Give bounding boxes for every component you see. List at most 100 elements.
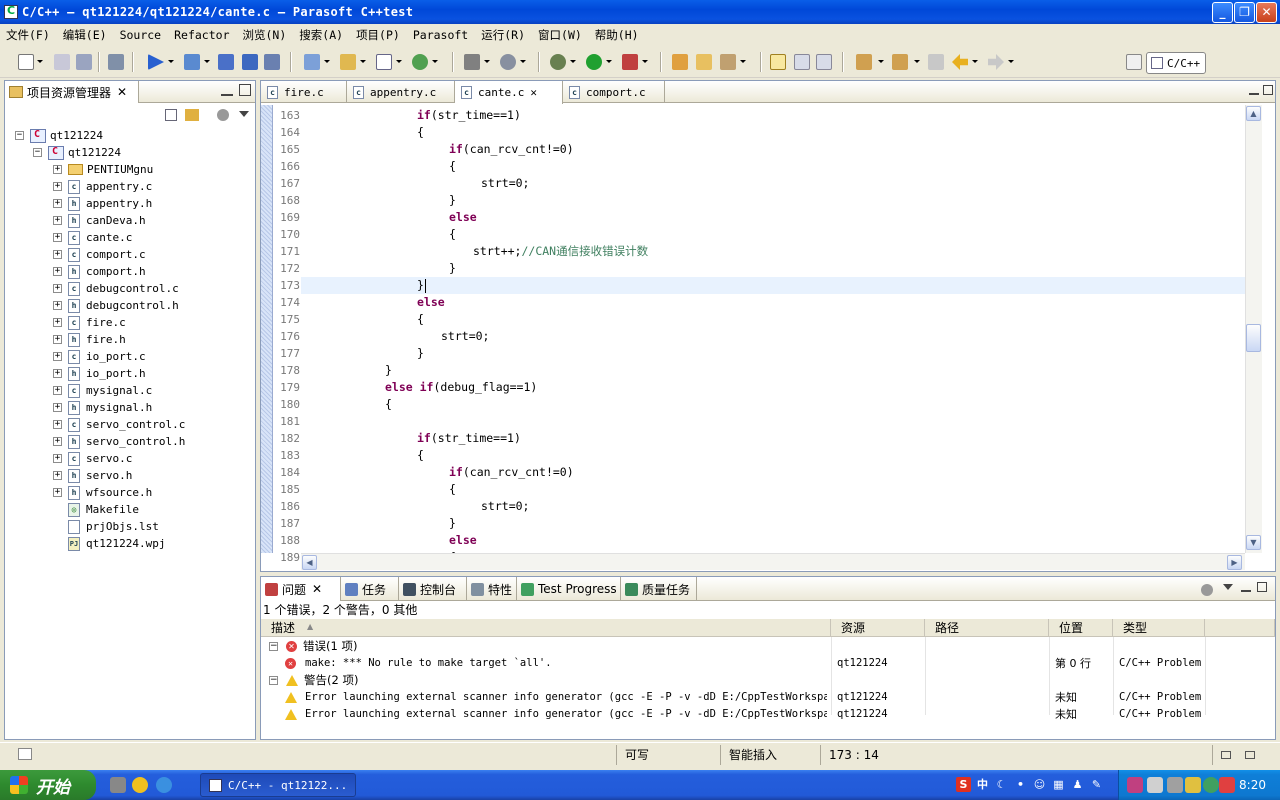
tree-item[interactable]: + c mysignal.c [53, 382, 152, 399]
tree-item[interactable]: + c comport.c [53, 246, 146, 263]
explorer-tab[interactable]: 项目资源管理器 ✕ [5, 81, 139, 103]
expand-icon[interactable]: + [53, 301, 62, 310]
panel-minimize-icon[interactable] [1241, 582, 1251, 592]
collapse-icon[interactable]: − [15, 131, 24, 140]
minimize-icon[interactable] [221, 84, 233, 96]
search-icon[interactable] [720, 54, 736, 70]
link-editor-icon[interactable] [185, 109, 199, 121]
menu-item[interactable]: Refactor [174, 28, 229, 42]
open-perspective-icon[interactable] [1126, 54, 1142, 70]
panel-maximize-icon[interactable] [1257, 582, 1267, 592]
menu-item[interactable]: 帮助(H) [595, 27, 639, 43]
tray-monitor-icon[interactable] [1167, 777, 1183, 793]
ime-moon-icon[interactable]: ☾ [994, 777, 1009, 792]
collapse-all-icon[interactable] [165, 109, 177, 121]
back-icon[interactable] [952, 54, 968, 70]
expand-icon[interactable]: + [53, 165, 62, 174]
ime-tools-icon[interactable]: ✎ [1089, 777, 1104, 792]
menu-item[interactable]: 浏览(N) [243, 27, 287, 43]
expand-icon[interactable]: + [53, 369, 62, 378]
expand-icon[interactable]: + [53, 488, 62, 497]
tree-item[interactable]: + c servo_control.c [53, 416, 185, 433]
block-selection-icon[interactable] [794, 54, 810, 70]
editor-tab[interactable]: c appentry.c [347, 81, 455, 103]
tray-security-icon[interactable] [1203, 777, 1219, 793]
menu-item[interactable]: 搜索(A) [299, 27, 343, 43]
quicklaunch-media-icon[interactable] [110, 777, 126, 793]
coverage-icon[interactable] [264, 54, 280, 70]
maximize-icon[interactable] [1244, 751, 1255, 759]
expand-icon[interactable]: + [53, 284, 62, 293]
view-menu-icon[interactable] [239, 111, 249, 117]
taskbar-item-cpptest[interactable]: C/C++ - qt12122... [200, 773, 356, 797]
expand-icon[interactable]: + [53, 352, 62, 361]
close-icon[interactable]: ✕ [117, 85, 127, 99]
forward-icon[interactable] [988, 54, 1004, 70]
debug-icon[interactable] [550, 54, 566, 70]
print-icon[interactable] [76, 54, 92, 70]
hammer-icon[interactable] [464, 54, 480, 70]
tray-alert-icon[interactable] [1219, 777, 1235, 793]
tree-item[interactable]: + c appentry.c [53, 178, 152, 195]
new-project-icon[interactable] [304, 54, 320, 70]
expand-icon[interactable]: + [53, 437, 62, 446]
tree-item[interactable]: + c io_port.c [53, 348, 146, 365]
ime-softkbd-icon[interactable]: ☺ [1032, 777, 1047, 792]
start-button[interactable]: 开始 [0, 770, 96, 800]
fast-view-icon[interactable] [18, 748, 32, 760]
column-header[interactable]: 资源 [831, 619, 925, 637]
test-case-icon[interactable] [218, 54, 234, 70]
scroll-down-icon[interactable]: ▼ [1246, 535, 1261, 550]
restore-icon[interactable] [1221, 751, 1231, 759]
problem-row[interactable]: Error launching external scanner info ge… [261, 706, 1275, 723]
run-test-icon[interactable] [148, 54, 164, 70]
column-header[interactable]: 位置 [1049, 619, 1113, 637]
maximize-button[interactable]: ❐ [1234, 2, 1255, 23]
tree-item[interactable]: +◎Makefile [53, 501, 139, 518]
build-icon[interactable] [108, 54, 124, 70]
tree-item[interactable]: + h servo.h [53, 467, 132, 484]
close-icon[interactable]: ✕ [312, 582, 322, 596]
vertical-scrollbar[interactable]: ▲ ▼ [1245, 105, 1262, 553]
expand-icon[interactable]: + [53, 216, 62, 225]
tray-volume-icon[interactable] [1185, 777, 1201, 793]
tree-item[interactable]: + h mysignal.h [53, 399, 152, 416]
menu-item[interactable]: Source [120, 28, 162, 42]
bottom-tab[interactable]: 质量任务 [621, 577, 697, 601]
menu-item[interactable]: 窗口(W) [538, 27, 582, 43]
view-menu-icon[interactable] [1223, 584, 1233, 590]
show-whitespace-icon[interactable] [816, 54, 832, 70]
expand-icon[interactable]: + [53, 267, 62, 276]
mark-occurrences-icon[interactable] [770, 54, 786, 70]
tree-item[interactable]: + h wfsource.h [53, 484, 152, 501]
problem-row[interactable]: ✕ make: *** No rule to make target `all'.… [261, 655, 1275, 672]
ime-user-icon[interactable]: ♟ [1070, 777, 1085, 792]
tree-item[interactable]: + h fire.h [53, 331, 126, 348]
editor-maximize-icon[interactable] [1263, 85, 1273, 95]
test-suite-icon[interactable] [242, 54, 258, 70]
bottom-tab[interactable]: 任务 [341, 577, 399, 601]
last-edit-icon[interactable] [928, 54, 944, 70]
expand-icon[interactable]: + [53, 335, 62, 344]
tree-item[interactable]: + c fire.c [53, 314, 126, 331]
tree-item[interactable]: + h comport.h [53, 263, 146, 280]
sogou-icon[interactable]: S [956, 777, 971, 792]
code-area[interactable]: if(str_time==1){if(can_rcv_cnt!=0){strt=… [301, 105, 1245, 553]
menu-item[interactable]: 编辑(E) [63, 27, 107, 43]
expand-icon[interactable]: + [53, 233, 62, 242]
new-class-icon[interactable] [412, 54, 428, 70]
column-header[interactable]: 类型 [1113, 619, 1205, 637]
editor-tab[interactable]: c comport.c [563, 81, 665, 103]
ime-language[interactable]: 中 [975, 777, 990, 792]
collapse-icon[interactable]: − [269, 642, 278, 651]
tree-item[interactable]: + h io_port.h [53, 365, 146, 382]
expand-icon[interactable]: + [53, 182, 62, 191]
tree-item[interactable]: + h appentry.h [53, 195, 152, 212]
problem-group[interactable]: − 警告(2 项) [261, 672, 1275, 689]
tray-network-icon[interactable] [1147, 777, 1163, 793]
quicklaunch-ie-icon[interactable] [156, 777, 172, 793]
editor-tab[interactable]: c cante.c ✕ [455, 81, 563, 104]
quicklaunch-player-icon[interactable] [132, 777, 148, 793]
column-header[interactable]: 描述 [261, 619, 831, 637]
tree-item[interactable]: +PJqt121224.wpj [53, 535, 165, 552]
